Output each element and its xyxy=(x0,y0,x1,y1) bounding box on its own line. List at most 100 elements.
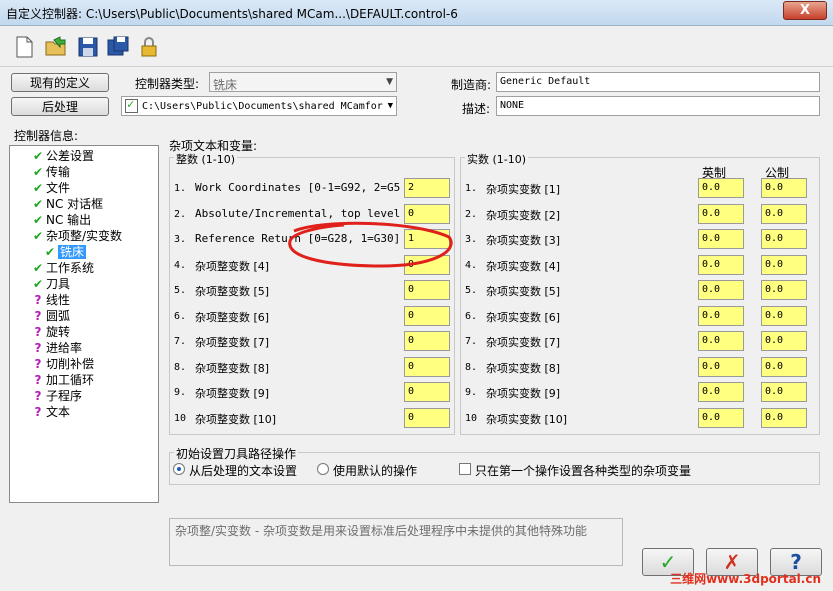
int-value-input[interactable]: 0 xyxy=(404,305,450,326)
imperial-value-input[interactable]: 0.0 xyxy=(698,407,744,428)
tree-item[interactable]: ? 进给率 xyxy=(30,339,83,355)
int-row-number: 2. xyxy=(174,208,187,220)
tree-item[interactable]: ✔ 工作系统 xyxy=(30,259,94,275)
int-row-number: 3. xyxy=(174,234,187,245)
real-row-number: 8. xyxy=(465,361,478,373)
tree-item[interactable]: ✔ 杂项整/实变数 xyxy=(30,227,122,243)
imperial-value-input[interactable]: 0.0 xyxy=(698,178,744,198)
real-row-number: 2. xyxy=(465,208,478,220)
tree-item-label: 子程序 xyxy=(46,389,83,403)
tree-item[interactable]: ? 文本 xyxy=(30,403,71,419)
int-row-label: Absolute/Incremental, top level [0 xyxy=(195,206,400,220)
check-icon: ✔ xyxy=(32,197,44,211)
tree-item[interactable]: ? 子程序 xyxy=(30,387,83,403)
new-file-icon[interactable] xyxy=(12,35,36,59)
real-row-number: 4. xyxy=(465,259,478,271)
imperial-value-input[interactable]: 0.0 xyxy=(698,254,744,275)
tree-item[interactable]: ✔ 传输 xyxy=(30,163,70,179)
int-value-input[interactable]: 0 xyxy=(404,331,450,351)
imperial-value-input[interactable]: 0.0 xyxy=(698,203,744,224)
tree-item[interactable]: ✔ 铣床 xyxy=(42,243,87,259)
tree-item[interactable]: ? 切削补偿 xyxy=(30,355,95,371)
metric-value-input[interactable]: 0.0 xyxy=(761,229,807,249)
int-value-input[interactable]: 0 xyxy=(404,356,450,377)
real-group-title: 实数 (1-10) xyxy=(465,151,529,167)
radio-post-text[interactable] xyxy=(173,463,185,475)
metric-value-input[interactable]: 0.0 xyxy=(761,280,807,300)
controller-type-value: 铣床 xyxy=(213,78,238,92)
imperial-value-input[interactable]: 0.0 xyxy=(698,305,744,326)
metric-value-input[interactable]: 0.0 xyxy=(761,356,807,377)
tree-item-label: 刀具 xyxy=(46,277,71,291)
tree-item[interactable]: ? 旋转 xyxy=(30,323,71,339)
int-row-number: 9. xyxy=(174,387,187,398)
save-as-icon[interactable] xyxy=(106,35,130,59)
existing-definition-button[interactable]: 现有的定义 xyxy=(11,73,109,92)
radio-post-text-label: 从后处理的文本设置 xyxy=(189,464,298,478)
metric-value-input[interactable]: 0.0 xyxy=(761,203,807,224)
int-row-label: 杂项整变数 [10] xyxy=(195,412,277,426)
metric-value-input[interactable]: 0.0 xyxy=(761,331,807,351)
int-value-input[interactable]: 0 xyxy=(404,382,450,402)
metric-value-input[interactable]: 0.0 xyxy=(761,254,807,275)
int-row-number: 4. xyxy=(174,259,187,271)
tree-item[interactable]: ✔ 刀具 xyxy=(30,275,70,291)
imperial-value-input[interactable]: 0.0 xyxy=(698,280,744,300)
int-row-number: 10 xyxy=(174,412,187,424)
post-path-select[interactable]: ✓ C:\Users\Public\Documents\shared MCamf… xyxy=(121,96,397,116)
manufacturer-field[interactable]: Generic Default xyxy=(496,72,820,92)
metric-value-input[interactable]: 0.0 xyxy=(761,305,807,326)
metric-value-input[interactable]: 0.0 xyxy=(761,178,807,198)
real-row-label: 杂项实变数 [10] xyxy=(486,412,568,426)
tree-item[interactable]: ? 圆弧 xyxy=(30,307,71,323)
post-process-button[interactable]: 后处理 xyxy=(11,97,109,116)
metric-value-input[interactable]: 0.0 xyxy=(761,382,807,402)
tree-item[interactable]: ? 加工循环 xyxy=(30,371,95,387)
first-op-checkbox[interactable] xyxy=(459,463,471,475)
tree-item[interactable]: ✔ 公差设置 xyxy=(30,147,94,163)
title-bar: 自定义控制器: C:\Users\Public\Documents\shared… xyxy=(0,0,833,26)
int-row-label: 杂项整变数 [6] xyxy=(195,310,270,324)
open-folder-icon[interactable] xyxy=(44,35,68,59)
imperial-value-input[interactable]: 0.0 xyxy=(698,331,744,351)
real-row-number: 9. xyxy=(465,387,478,398)
imperial-value-input[interactable]: 0.0 xyxy=(698,229,744,249)
metric-value-input[interactable]: 0.0 xyxy=(761,407,807,428)
real-row-number: 1. xyxy=(465,183,478,194)
tree-item-label: 旋转 xyxy=(46,325,71,339)
real-row-number: 3. xyxy=(465,234,478,245)
tree-item[interactable]: ✔ NC 输出 xyxy=(30,211,91,227)
integer-group-title: 整数 (1-10) xyxy=(174,151,238,167)
tree-item[interactable]: ✔ NC 对话框 xyxy=(30,195,103,211)
int-value-input[interactable]: 2 xyxy=(404,178,450,198)
int-row-number: 1. xyxy=(174,183,187,194)
int-value-input[interactable]: 0 xyxy=(404,280,450,300)
int-row-number: 5. xyxy=(174,285,187,296)
real-row-label: 杂项实变数 [1] xyxy=(486,183,561,196)
init-group-title: 初始设置刀具路径操作 xyxy=(174,445,299,462)
tree-item-label: 加工循环 xyxy=(46,373,95,387)
tree-item-label: 进给率 xyxy=(46,341,83,355)
post-path-value: C:\Users\Public\Documents\shared MCamfor xyxy=(142,101,383,112)
tree-item[interactable]: ? 线性 xyxy=(30,291,71,307)
tree-item-label: 切削补偿 xyxy=(46,357,95,371)
int-value-input[interactable]: 0 xyxy=(404,407,450,428)
controller-type-label: 控制器类型: xyxy=(135,77,200,91)
radio-default[interactable] xyxy=(317,463,329,475)
save-icon[interactable] xyxy=(76,35,100,59)
check-icon: ✔ xyxy=(44,245,56,259)
first-op-checkbox-label: 只在第一个操作设置各种类型的杂项变量 xyxy=(475,464,692,478)
int-row-label: 杂项整变数 [7] xyxy=(195,336,270,349)
description-field[interactable]: NONE xyxy=(496,96,820,116)
imperial-value-input[interactable]: 0.0 xyxy=(698,382,744,402)
lock-icon[interactable] xyxy=(137,35,161,59)
tree-item-label: 线性 xyxy=(46,293,71,307)
tree-item[interactable]: ✔ 文件 xyxy=(30,179,70,195)
controller-tree[interactable]: ✔ 公差设置 ✔ 传输 ✔ 文件 ✔ NC 对话框 ✔ NC 输出 ✔ 杂项整/实变数 ✔ 铣床 ✔ 工作系统… xyxy=(9,145,159,503)
tree-caption: 控制器信息: xyxy=(14,129,79,143)
tree-item-label: 公差设置 xyxy=(46,149,95,163)
close-button[interactable]: X xyxy=(783,1,827,20)
imperial-value-input[interactable]: 0.0 xyxy=(698,356,744,377)
real-row-label: 杂项实变数 [2] xyxy=(486,208,561,222)
real-row-label: 杂项实变数 [5] xyxy=(486,285,561,298)
